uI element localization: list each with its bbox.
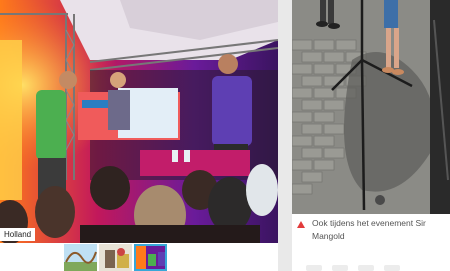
thumb-stage[interactable] <box>134 244 167 271</box>
thumb-roller-coaster[interactable] <box>64 244 97 271</box>
page: Holland Ook tijdens het evenement Sir Ma… <box>0 0 450 271</box>
ride-image <box>99 244 132 271</box>
toolbar-placeholder <box>306 265 322 271</box>
bottom-toolbar <box>292 262 450 271</box>
roller-coaster-image <box>64 244 97 271</box>
thumbnail-strip <box>64 244 167 271</box>
stage-thumb-image <box>134 244 167 271</box>
article-panel: Ook tijdens het evenement Sir Mangold <box>292 0 450 271</box>
photo-caption: Ook tijdens het evenement Sir Mangold <box>292 217 450 247</box>
toolbar-placeholder <box>384 265 400 271</box>
location-tag: Holland <box>0 228 36 241</box>
main-photo[interactable]: Holland <box>0 0 278 243</box>
article-photo[interactable] <box>292 0 450 214</box>
panel-divider <box>278 0 292 271</box>
toolbar-placeholder <box>358 265 374 271</box>
thumb-ride[interactable] <box>99 244 132 271</box>
gallery-panel: Holland <box>0 0 278 271</box>
caret-up-icon <box>297 221 305 228</box>
toolbar-placeholder <box>332 265 348 271</box>
caption-text: Ook tijdens het evenement Sir Mangold <box>312 218 426 241</box>
tripod-street-image <box>292 0 450 214</box>
stage-photo-illustration <box>0 0 278 243</box>
